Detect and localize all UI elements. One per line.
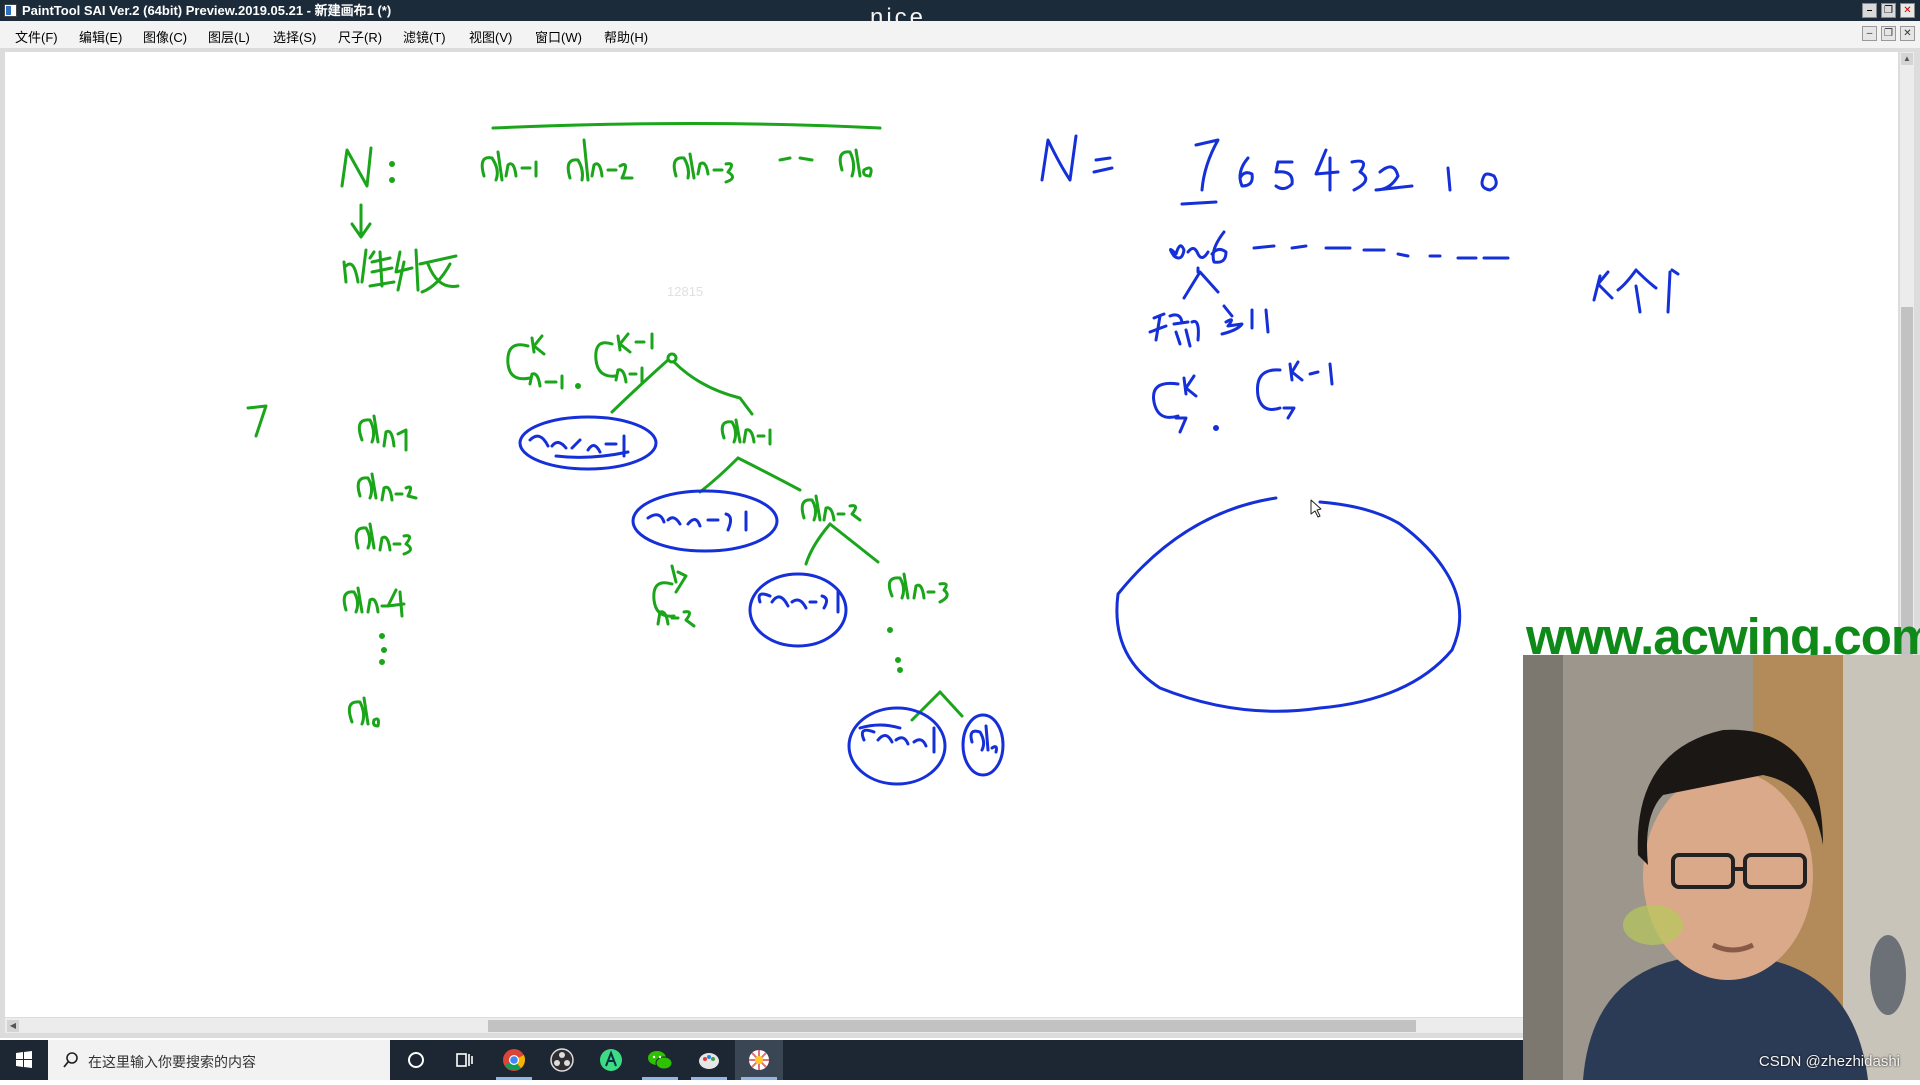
webcam-person	[1523, 655, 1920, 1080]
obs-button[interactable]	[538, 1040, 586, 1080]
chrome-icon	[503, 1049, 525, 1071]
search-icon	[63, 1052, 78, 1068]
webcam-overlay	[1523, 655, 1920, 1080]
paint-button[interactable]	[685, 1040, 733, 1080]
cortana-icon	[408, 1052, 424, 1068]
paint-icon	[699, 1053, 719, 1069]
search-placeholder: 在这里输入你要搜索的内容	[88, 1054, 256, 1070]
green-ink-strokes	[246, 122, 964, 728]
blue-ink-strokes	[518, 134, 1680, 786]
task-view-icon	[456, 1053, 473, 1067]
taskbar-search-input[interactable]: 在这里输入你要搜索的内容	[48, 1040, 390, 1080]
windows-icon	[16, 1051, 32, 1068]
cortana-button[interactable]	[392, 1040, 440, 1080]
csdn-credit: CSDN @zhezhidashi	[1758, 1053, 1900, 1070]
task-view-button[interactable]	[440, 1040, 488, 1080]
android-studio-button[interactable]	[587, 1040, 635, 1080]
start-button[interactable]	[0, 1040, 48, 1080]
taskbar: 在这里输入你要搜索的内容	[0, 1040, 1523, 1080]
wechat-button[interactable]	[636, 1040, 684, 1080]
chrome-button[interactable]	[490, 1040, 538, 1080]
obs-icon	[550, 1048, 574, 1072]
android-studio-icon	[600, 1049, 622, 1071]
painttool-sai-icon	[749, 1050, 769, 1070]
wechat-icon	[648, 1051, 673, 1070]
painttool-sai-button[interactable]	[735, 1040, 783, 1080]
